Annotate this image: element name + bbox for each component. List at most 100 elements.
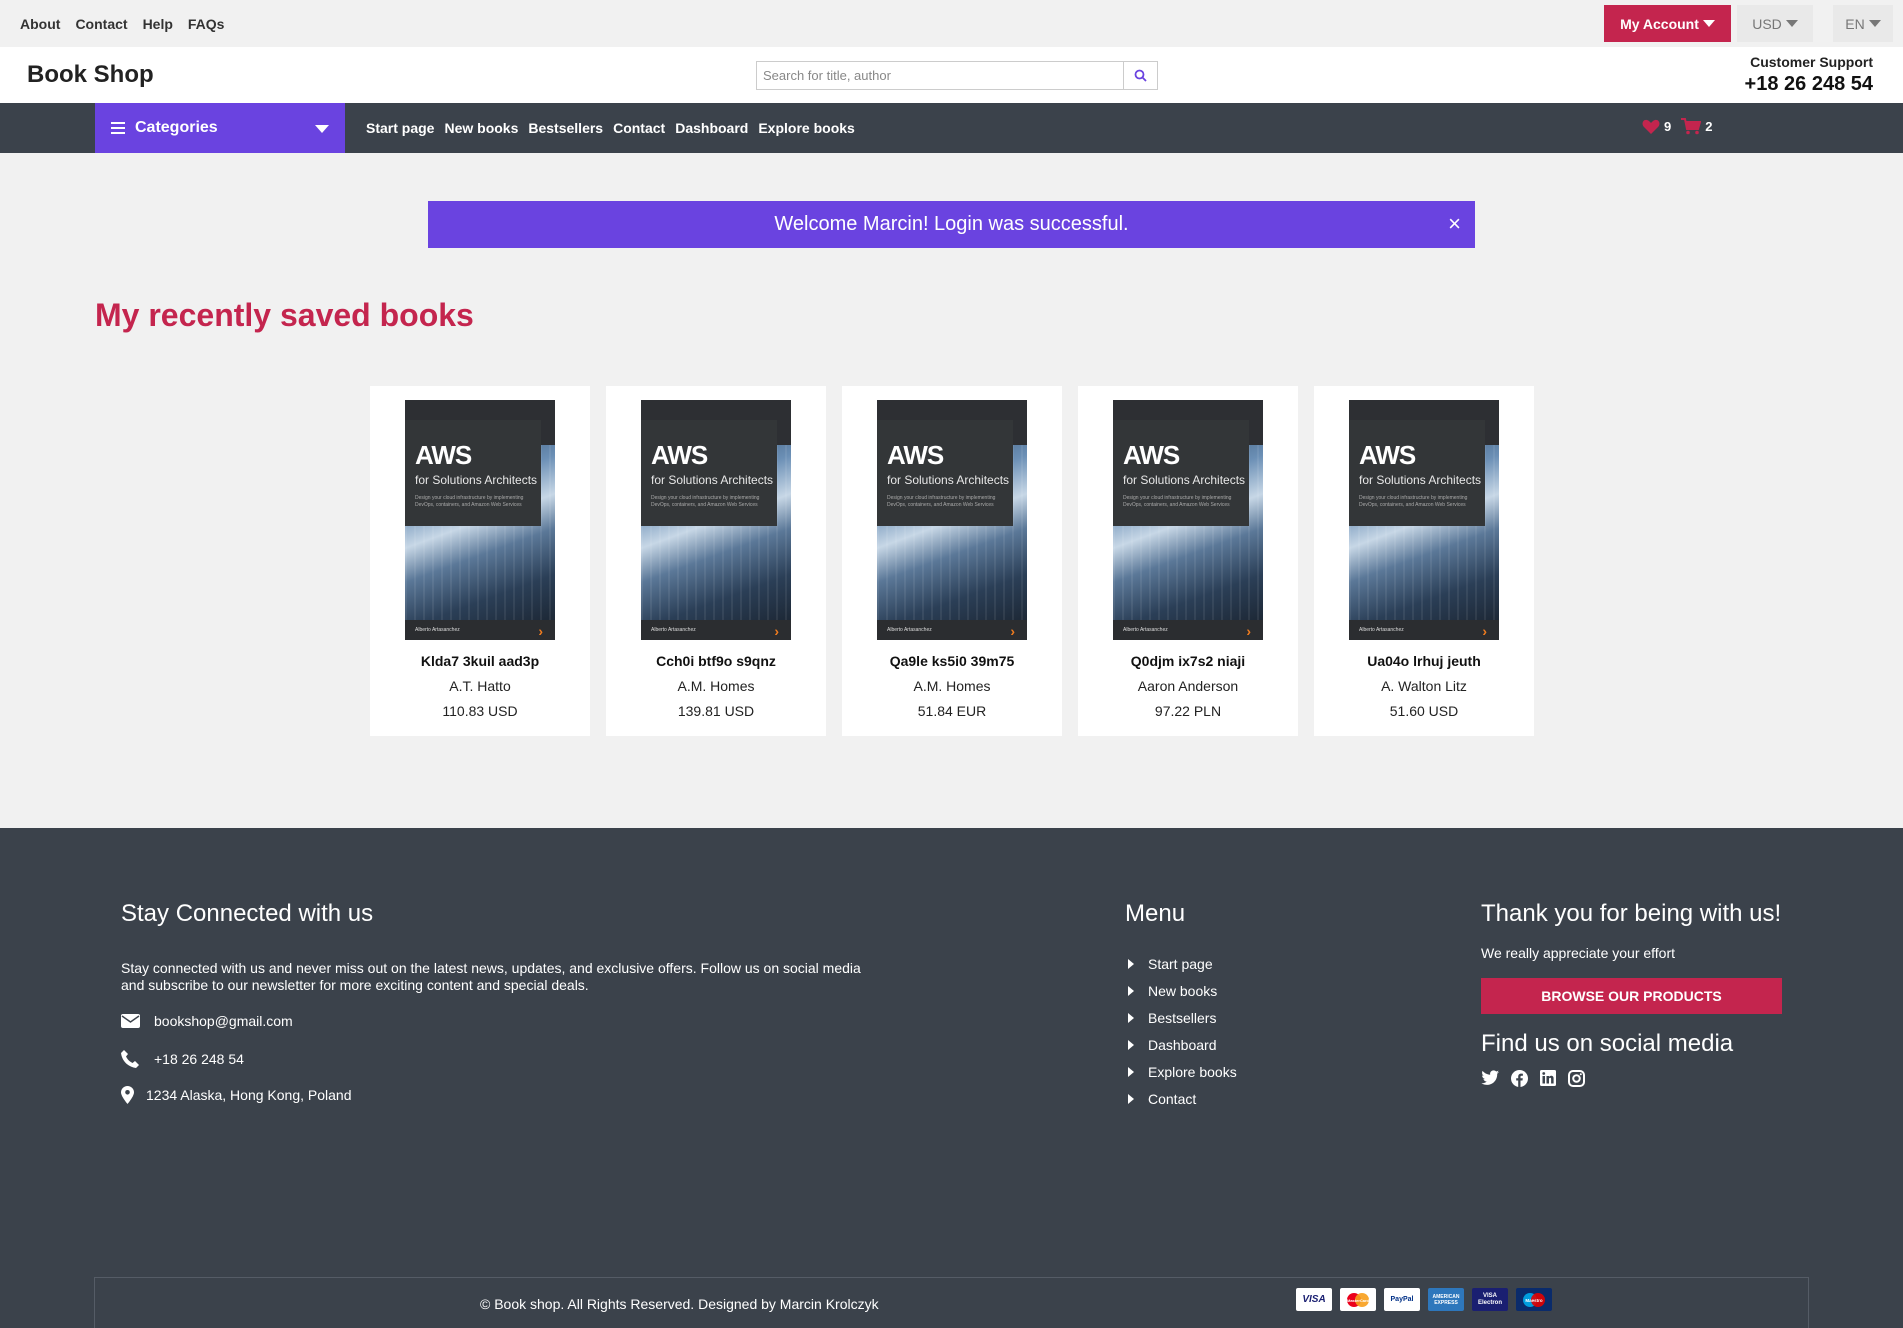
map-pin-icon	[121, 1086, 134, 1104]
cover-author: Alberto Artasanchez	[651, 627, 696, 633]
cover-footer: Alberto Artasanchez ›	[405, 620, 555, 640]
cover-blurb: Design your cloud infrastructure by impl…	[1123, 495, 1232, 508]
footer-email-text: bookshop@gmail.com	[154, 1013, 293, 1029]
book-title[interactable]: Q0djm ix7s2 niaji	[1078, 653, 1298, 669]
caret-right-icon	[1128, 1039, 1134, 1050]
nav-new-books[interactable]: New books	[444, 120, 518, 136]
social-links	[1481, 1070, 1585, 1087]
stay-connected-text: Stay connected with us and never miss ou…	[121, 960, 861, 993]
cover-band: AWS for Solutions Architects Design your…	[877, 420, 1013, 526]
footer-menu-item[interactable]: Start page	[1128, 950, 1237, 977]
wishlist-count: 9	[1664, 119, 1672, 134]
cover-blurb: Design your cloud infrastructure by impl…	[1359, 495, 1468, 508]
footer-menu-label: Start page	[1148, 955, 1213, 972]
twitter-icon[interactable]	[1481, 1070, 1499, 1086]
cover-subtitle: for Solutions Architects	[1123, 473, 1246, 487]
caret-right-icon	[1128, 1066, 1134, 1077]
wishlist-link[interactable]: 9	[1642, 119, 1671, 135]
footer-menu-item[interactable]: Dashboard	[1128, 1031, 1237, 1058]
publisher-logo: ›	[774, 623, 779, 639]
chevron-down-icon	[315, 125, 329, 133]
copyright: © Book shop. All Rights Reserved. Design…	[480, 1296, 879, 1312]
search-icon	[1134, 69, 1147, 82]
cover-subtitle: for Solutions Architects	[1359, 473, 1482, 487]
amex-icon: AMERICAN EXPRESS	[1428, 1288, 1464, 1311]
book-title[interactable]: Cch0i btf9o s9qnz	[606, 653, 826, 669]
search-input[interactable]	[757, 62, 1123, 89]
main-nav: Categories Start page New books Bestsell…	[0, 103, 1903, 153]
cover-author: Alberto Artasanchez	[415, 627, 460, 633]
cover-footer: Alberto Artasanchez ›	[877, 620, 1027, 640]
language-dropdown[interactable]: EN	[1833, 5, 1893, 42]
footer-menu: Start page New books Bestsellers Dashboa…	[1128, 950, 1237, 1112]
book-card[interactable]: AWS for Solutions Architects Design your…	[606, 386, 826, 736]
book-cover[interactable]: AWS for Solutions Architects Design your…	[1113, 400, 1263, 640]
book-price: 139.81 USD	[677, 703, 755, 719]
top-link-contact[interactable]: Contact	[75, 16, 127, 32]
currency-dropdown[interactable]: USD	[1737, 5, 1813, 42]
cover-subtitle: for Solutions Architects	[651, 473, 774, 487]
book-card[interactable]: AWS for Solutions Architects Design your…	[1314, 386, 1534, 736]
categories-dropdown[interactable]: Categories	[95, 103, 345, 153]
cart-icon	[1681, 118, 1702, 135]
envelope-icon	[121, 1014, 140, 1028]
footer-phone-text: +18 26 248 54	[154, 1051, 244, 1067]
book-card[interactable]: AWS for Solutions Architects Design your…	[1078, 386, 1298, 736]
nav-start-page[interactable]: Start page	[366, 120, 434, 136]
support-label: Customer Support	[1750, 54, 1873, 70]
top-bar: About Contact Help FAQs My Account USD E…	[0, 0, 1903, 47]
footer-menu-item[interactable]: Contact	[1128, 1085, 1237, 1112]
cover-band: AWS for Solutions Architects Design your…	[641, 420, 777, 526]
search-button[interactable]	[1123, 62, 1157, 89]
my-account-button[interactable]: My Account	[1604, 5, 1731, 42]
book-card[interactable]: AWS for Solutions Architects Design your…	[370, 386, 590, 736]
footer-email: bookshop@gmail.com	[121, 1013, 293, 1029]
linkedin-icon[interactable]	[1540, 1070, 1556, 1086]
categories-label: Categories	[135, 119, 218, 136]
nav-explore-books[interactable]: Explore books	[758, 120, 854, 136]
cover-footer: Alberto Artasanchez ›	[641, 620, 791, 640]
saved-books-list: AWS for Solutions Architects Design your…	[370, 386, 1534, 736]
login-success-alert: Welcome Marcin! Login was successful. ×	[428, 201, 1475, 248]
top-link-help[interactable]: Help	[143, 16, 173, 32]
nav-dashboard[interactable]: Dashboard	[675, 120, 748, 136]
footer-menu-label: Explore books	[1148, 1063, 1237, 1080]
footer-address-text: 1234 Alaska, Hong Kong, Poland	[146, 1087, 352, 1103]
phone-icon	[121, 1050, 139, 1068]
caret-right-icon	[1128, 1093, 1134, 1104]
book-cover[interactable]: AWS for Solutions Architects Design your…	[877, 400, 1027, 640]
book-cover[interactable]: AWS for Solutions Architects Design your…	[1349, 400, 1499, 640]
book-card[interactable]: AWS for Solutions Architects Design your…	[842, 386, 1062, 736]
cover-footer: Alberto Artasanchez ›	[1113, 620, 1263, 640]
footer-menu-item[interactable]: New books	[1128, 977, 1237, 1004]
cart-link[interactable]: 2	[1681, 118, 1712, 135]
support-phone: +18 26 248 54	[1744, 73, 1873, 95]
book-cover[interactable]: AWS for Solutions Architects Design your…	[641, 400, 791, 640]
top-links: About Contact Help FAQs	[20, 16, 224, 32]
logo[interactable]: Book Shop	[27, 61, 154, 89]
chevron-down-icon	[1702, 20, 1715, 27]
top-link-about[interactable]: About	[20, 16, 60, 32]
book-price: 51.60 USD	[1389, 703, 1459, 719]
footer-menu-label: Dashboard	[1148, 1036, 1217, 1053]
book-title[interactable]: Qa9le ks5i0 39m75	[842, 653, 1062, 669]
instagram-icon[interactable]	[1568, 1070, 1585, 1087]
nav-contact[interactable]: Contact	[613, 120, 665, 136]
nav-bestsellers[interactable]: Bestsellers	[528, 120, 603, 136]
footer: Stay Connected with us Stay connected wi…	[0, 828, 1903, 1328]
book-title[interactable]: Klda7 3kuil aad3p	[370, 653, 590, 669]
book-price: 97.22 PLN	[1154, 703, 1222, 719]
facebook-icon[interactable]	[1511, 1070, 1528, 1087]
book-title[interactable]: Ua04o lrhuj jeuth	[1314, 653, 1534, 669]
language-label: EN	[1845, 15, 1865, 32]
cover-author: Alberto Artasanchez	[887, 627, 932, 633]
footer-menu-item[interactable]: Bestsellers	[1128, 1004, 1237, 1031]
browse-products-button[interactable]: BROWSE OUR PRODUCTS	[1481, 978, 1782, 1014]
close-icon[interactable]: ×	[1448, 213, 1461, 235]
footer-menu-item[interactable]: Explore books	[1128, 1058, 1237, 1085]
book-cover[interactable]: AWS for Solutions Architects Design your…	[405, 400, 555, 640]
chevron-down-icon	[1785, 20, 1798, 27]
cover-blurb: Design your cloud infrastructure by impl…	[887, 495, 996, 508]
top-link-faqs[interactable]: FAQs	[188, 16, 225, 32]
book-author: A. Walton Litz	[1381, 678, 1467, 694]
